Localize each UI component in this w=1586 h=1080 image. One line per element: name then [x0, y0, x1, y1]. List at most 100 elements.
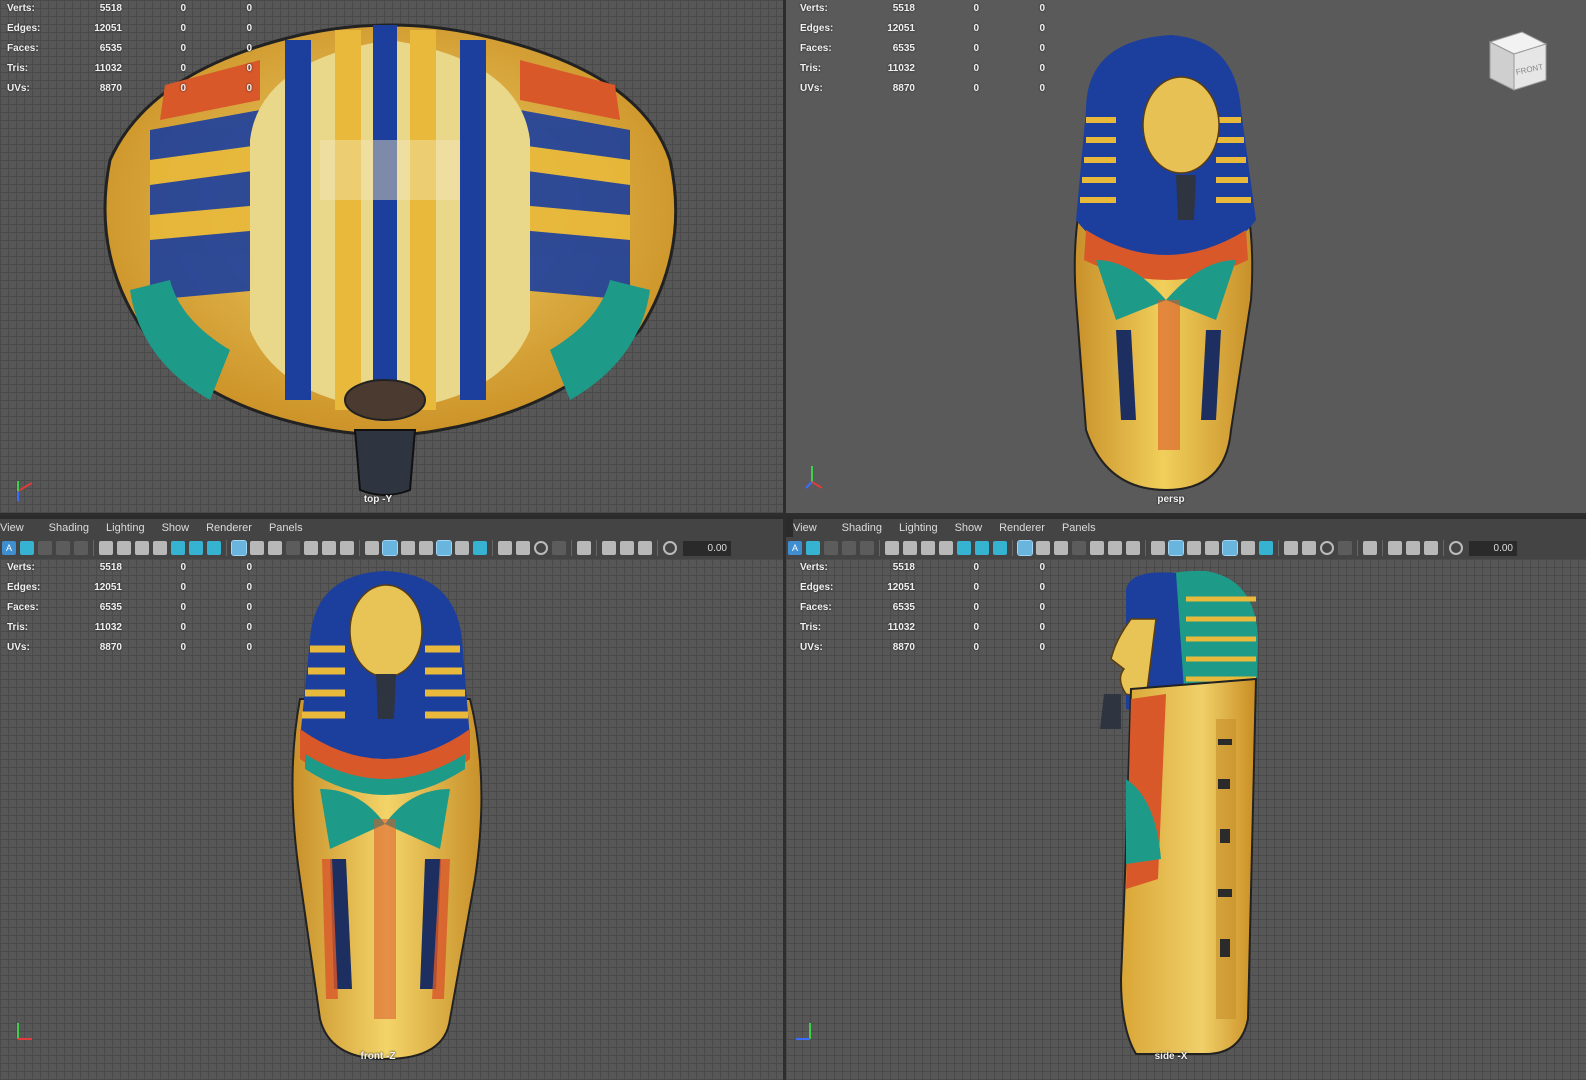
- pencil-icon[interactable]: [993, 541, 1007, 555]
- xray-joints-icon[interactable]: [602, 541, 616, 555]
- 2d-pan-icon[interactable]: [860, 541, 874, 555]
- motion-blur-icon[interactable]: [1302, 541, 1316, 555]
- menu-renderer[interactable]: Renderer: [206, 522, 261, 534]
- bookmark-flag-icon[interactable]: [939, 541, 953, 555]
- resolution-gate-icon[interactable]: [268, 541, 282, 555]
- backface-culling-icon[interactable]: [638, 541, 652, 555]
- safe-title-icon[interactable]: [1126, 541, 1140, 555]
- resolution-gate-icon[interactable]: [1054, 541, 1068, 555]
- bookmark-icon[interactable]: [38, 541, 52, 555]
- image-plane-icon[interactable]: [842, 541, 856, 555]
- bookmark-icon[interactable]: [824, 541, 838, 555]
- safe-title-icon[interactable]: [340, 541, 354, 555]
- depth-of-field-icon[interactable]: [552, 541, 566, 555]
- shadows-icon[interactable]: [473, 541, 487, 555]
- bookmark-flag-icon[interactable]: [153, 541, 167, 555]
- xray-joints-icon[interactable]: [1388, 541, 1402, 555]
- viewport-front[interactable]: Verts: 5518 0 0 Edges: 12051 0 0 Faces: 6535 0 0 …: [0, 559, 783, 1080]
- toolbar-divider: [596, 540, 597, 556]
- smooth-shade-icon[interactable]: [382, 540, 398, 556]
- 2d-pan-icon[interactable]: [74, 541, 88, 555]
- wireframe-on-shaded-icon[interactable]: [1187, 541, 1201, 555]
- wireframe-icon[interactable]: [1151, 541, 1165, 555]
- menu-shading[interactable]: Shading: [49, 522, 98, 534]
- depth-of-field-icon[interactable]: [1338, 541, 1352, 555]
- grid-toggle-icon[interactable]: [231, 540, 247, 556]
- xray-icon[interactable]: [1205, 541, 1219, 555]
- gate-mask-icon[interactable]: [1072, 541, 1086, 555]
- camera-lock-icon[interactable]: [903, 541, 917, 555]
- toolbar-divider: [1278, 540, 1279, 556]
- hud-value: 0: [973, 3, 979, 14]
- camera-move-icon[interactable]: [921, 541, 935, 555]
- exposure-value-field[interactable]: 0.00: [683, 540, 731, 556]
- ambient-occlusion-icon[interactable]: [498, 541, 512, 555]
- menu-view[interactable]: View: [793, 522, 826, 534]
- menu-panels[interactable]: Panels: [1062, 522, 1105, 534]
- film-gate-icon[interactable]: [250, 541, 264, 555]
- exposure-value-field[interactable]: 0.00: [1469, 540, 1517, 556]
- smooth-shade-icon[interactable]: [1168, 540, 1184, 556]
- hud-value: 8870: [99, 642, 122, 653]
- hud-label: Edges:: [800, 582, 834, 593]
- menu-lighting[interactable]: Lighting: [106, 522, 154, 534]
- exposure-icon[interactable]: [1449, 541, 1463, 555]
- viewport-top[interactable]: Verts: 5518 0 0 Edges: 12051 0 0 Faces: 6535 0 0 …: [0, 0, 783, 513]
- viewport-persp[interactable]: Verts: 5518 0 0 Edges: 12051 0 0 Faces: 6535 0 0 …: [786, 0, 1586, 513]
- backface-culling-icon[interactable]: [1424, 541, 1438, 555]
- camera-icon[interactable]: [885, 541, 899, 555]
- panel-divider[interactable]: [783, 0, 786, 1080]
- wireframe-icon[interactable]: [365, 541, 379, 555]
- film-gate-icon[interactable]: [1036, 541, 1050, 555]
- select-camera-button[interactable]: A: [788, 541, 802, 555]
- panel-divider[interactable]: [0, 513, 1586, 516]
- image-plane-icon[interactable]: [56, 541, 70, 555]
- menu-view[interactable]: View: [0, 522, 33, 534]
- menu-show[interactable]: Show: [955, 522, 992, 534]
- camera-label: front -Z: [360, 1051, 396, 1062]
- wireframe-on-shaded-icon[interactable]: [401, 541, 415, 555]
- menu-lighting[interactable]: Lighting: [899, 522, 947, 534]
- gate-mask-icon[interactable]: [286, 541, 300, 555]
- anti-aliasing-icon[interactable]: [534, 541, 548, 555]
- shadows-icon[interactable]: [1259, 541, 1273, 555]
- menu-shading[interactable]: Shading: [842, 522, 891, 534]
- xray-active-icon[interactable]: [620, 541, 634, 555]
- camera-icon[interactable]: [99, 541, 113, 555]
- anti-aliasing-icon[interactable]: [1320, 541, 1334, 555]
- field-chart-icon[interactable]: [1090, 541, 1104, 555]
- camera-attributes-icon[interactable]: [806, 541, 820, 555]
- safe-action-icon[interactable]: [322, 541, 336, 555]
- exposure-icon[interactable]: [663, 541, 677, 555]
- select-camera-button[interactable]: A: [2, 541, 16, 555]
- xray-active-icon[interactable]: [1406, 541, 1420, 555]
- textured-icon[interactable]: [436, 540, 452, 556]
- camera-lock-icon[interactable]: [117, 541, 131, 555]
- hud-row-edges: Edges: 12051 0 0: [0, 20, 260, 40]
- transform-icon[interactable]: [975, 541, 989, 555]
- hud-row-verts: Verts: 5518 0 0: [0, 559, 260, 579]
- viewport-side[interactable]: Verts: 5518 0 0 Edges: 12051 0 0 Faces: 6535 0 0 …: [786, 559, 1586, 1080]
- textured-icon[interactable]: [1222, 540, 1238, 556]
- hud-value: 6535: [892, 43, 915, 54]
- grease-pencil-icon[interactable]: [171, 541, 185, 555]
- camera-move-icon[interactable]: [135, 541, 149, 555]
- lights-icon[interactable]: [1241, 541, 1255, 555]
- menu-show[interactable]: Show: [162, 522, 199, 534]
- menu-panels[interactable]: Panels: [269, 522, 312, 534]
- grid-toggle-icon[interactable]: [1017, 540, 1033, 556]
- safe-action-icon[interactable]: [1108, 541, 1122, 555]
- view-cube[interactable]: FRONT: [1486, 28, 1550, 94]
- menu-renderer[interactable]: Renderer: [999, 522, 1054, 534]
- field-chart-icon[interactable]: [304, 541, 318, 555]
- grease-pencil-icon[interactable]: [957, 541, 971, 555]
- pencil-icon[interactable]: [207, 541, 221, 555]
- isolate-select-icon[interactable]: [1363, 541, 1377, 555]
- lights-icon[interactable]: [455, 541, 469, 555]
- camera-attributes-icon[interactable]: [20, 541, 34, 555]
- ambient-occlusion-icon[interactable]: [1284, 541, 1298, 555]
- xray-icon[interactable]: [419, 541, 433, 555]
- transform-icon[interactable]: [189, 541, 203, 555]
- isolate-select-icon[interactable]: [577, 541, 591, 555]
- motion-blur-icon[interactable]: [516, 541, 530, 555]
